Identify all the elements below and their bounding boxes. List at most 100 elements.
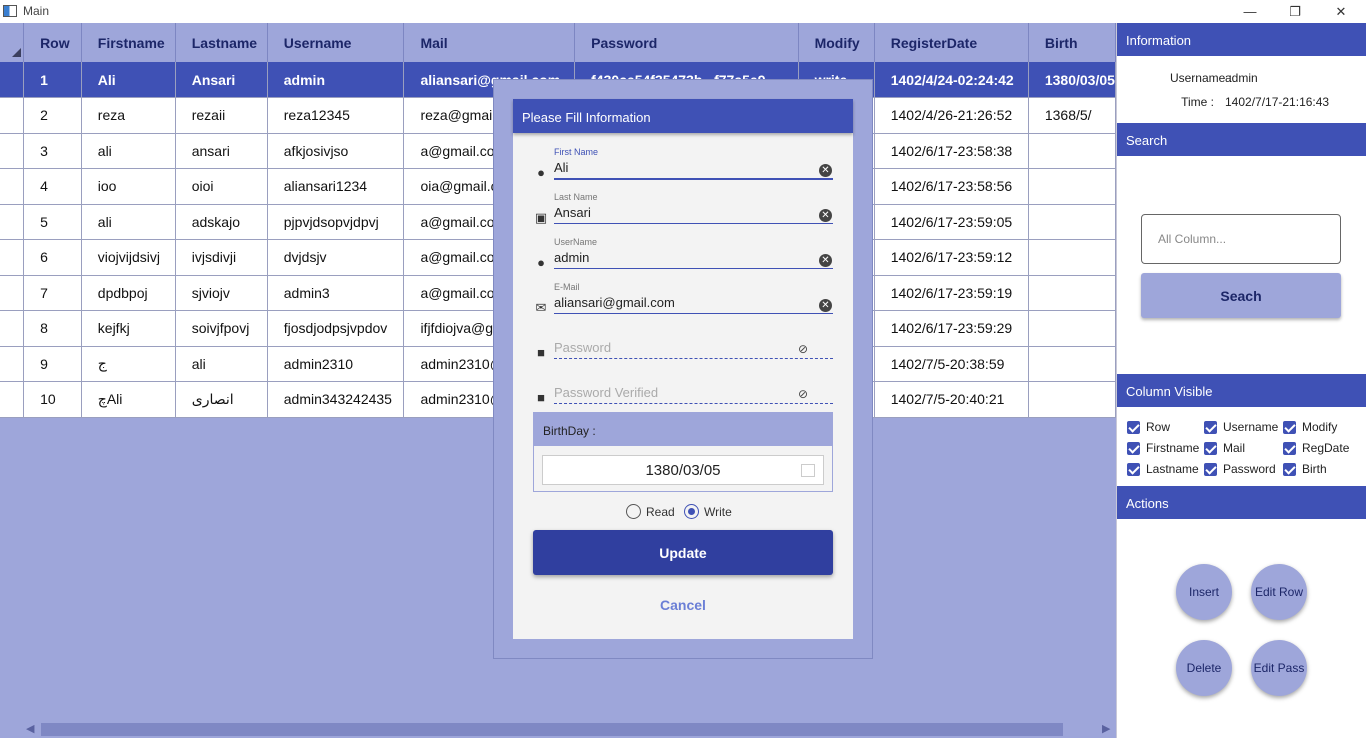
row-header[interactable]	[0, 62, 25, 98]
table-cell[interactable]: ioo	[81, 168, 176, 205]
table-cell[interactable]: 1368/5/	[1028, 97, 1116, 134]
checkbox-checked-icon[interactable]	[1283, 420, 1296, 434]
table-cell[interactable]: ansari	[175, 133, 268, 169]
table-cell[interactable]: 7	[23, 275, 82, 311]
password-verified-placeholder[interactable]: Password Verified	[554, 385, 658, 400]
table-cell[interactable]: 8	[23, 310, 82, 347]
table-cell[interactable]: 1402/4/26-21:26:52	[874, 97, 1029, 134]
table-cell[interactable]: 1402/6/17-23:58:38	[874, 133, 1029, 169]
table-cell[interactable]: ج	[81, 346, 176, 382]
last-name-value[interactable]: Ansari	[554, 205, 591, 220]
column-visible-checkbox[interactable]: Birth	[1283, 462, 1327, 476]
table-cell[interactable]: ali	[175, 346, 268, 382]
password-verified-field[interactable]: ■ Password Verified ⊘	[533, 372, 833, 412]
table-cell[interactable]	[1028, 204, 1116, 240]
column-visible-checkbox[interactable]: Firstname	[1127, 441, 1199, 455]
row-header[interactable]	[0, 346, 25, 382]
table-cell[interactable]	[1028, 275, 1116, 311]
column-visible-checkbox[interactable]: Password	[1204, 462, 1276, 476]
table-cell[interactable]: ivjsdivji	[175, 239, 268, 276]
clear-icon[interactable]: ✕	[819, 209, 832, 222]
table-cell[interactable]	[1028, 381, 1116, 418]
table-cell[interactable]: soivjfpovj	[175, 310, 268, 347]
table-cell[interactable]: admin2310	[267, 346, 405, 382]
column-visible-checkbox[interactable]: Mail	[1204, 441, 1245, 455]
table-cell[interactable]	[1028, 310, 1116, 347]
email-value[interactable]: aliansari@gmail.com	[554, 295, 675, 310]
scroll-right-icon[interactable]: ▶	[1102, 722, 1110, 735]
checkbox-checked-icon[interactable]	[1127, 462, 1140, 476]
column-header[interactable]: Password	[574, 23, 799, 62]
write-radio[interactable]: Write	[684, 504, 732, 519]
table-cell[interactable]: admin343242435	[267, 381, 405, 418]
checkbox-checked-icon[interactable]	[1204, 441, 1217, 455]
column-header[interactable]: Username	[267, 23, 405, 62]
table-cell[interactable]: sjviojv	[175, 275, 268, 311]
radio-circle[interactable]	[626, 504, 641, 519]
table-cell[interactable]: admin	[267, 62, 405, 98]
row-header[interactable]	[0, 381, 25, 418]
close-button[interactable]: ✕	[1318, 0, 1364, 23]
radio-circle[interactable]	[684, 504, 699, 519]
row-header[interactable]	[0, 168, 25, 205]
table-cell[interactable]: 1402/6/17-23:58:56	[874, 168, 1029, 205]
read-radio[interactable]: Read	[626, 504, 675, 519]
column-header[interactable]: Birth	[1028, 23, 1116, 62]
column-header[interactable]: Row	[23, 23, 82, 62]
column-header[interactable]: Modify	[798, 23, 875, 62]
table-cell[interactable]: 1380/03/05	[1028, 62, 1116, 98]
table-cell[interactable]: kejfkj	[81, 310, 176, 347]
column-header[interactable]: Firstname	[81, 23, 176, 62]
table-cell[interactable]: 9	[23, 346, 82, 382]
table-cell[interactable]: 1402/6/17-23:59:19	[874, 275, 1029, 311]
username-field[interactable]: ● UserName admin ✕	[533, 237, 833, 277]
clear-icon[interactable]: ✕	[819, 164, 832, 177]
restore-button[interactable]: ❐	[1272, 0, 1318, 23]
table-cell[interactable]: viojvijdsivj	[81, 239, 176, 276]
clear-icon[interactable]: ✕	[819, 299, 832, 312]
row-header[interactable]	[0, 310, 25, 347]
column-visible-checkbox[interactable]: Modify	[1283, 420, 1337, 434]
table-cell[interactable]: 1	[23, 62, 82, 98]
checkbox-checked-icon[interactable]	[1127, 441, 1140, 455]
table-cell[interactable]	[1028, 239, 1116, 276]
eye-off-icon[interactable]: ⊘	[798, 387, 808, 401]
last-name-field[interactable]: ▣ Last Name Ansari ✕	[533, 192, 833, 232]
row-header[interactable]	[0, 275, 25, 311]
username-value[interactable]: admin	[554, 250, 589, 265]
table-cell[interactable]: reza	[81, 97, 176, 134]
select-all-corner[interactable]	[0, 23, 25, 62]
table-cell[interactable]	[1028, 346, 1116, 382]
search-button[interactable]: Seach	[1141, 273, 1341, 318]
insert-button[interactable]: Insert	[1176, 564, 1232, 620]
password-field[interactable]: ■ Password ⊘	[533, 327, 833, 367]
column-visible-checkbox[interactable]: Lastname	[1127, 462, 1199, 476]
column-header[interactable]: Mail	[403, 23, 576, 62]
eye-off-icon[interactable]: ⊘	[798, 342, 808, 356]
edit-pass-button[interactable]: Edit Pass	[1251, 640, 1307, 696]
table-cell[interactable]: Ali	[81, 62, 176, 98]
checkbox-checked-icon[interactable]	[1127, 420, 1140, 434]
table-cell[interactable]: 6	[23, 239, 82, 276]
calendar-icon[interactable]	[801, 464, 815, 477]
column-visible-checkbox[interactable]: RegDate	[1283, 441, 1349, 455]
table-cell[interactable]: ali	[81, 204, 176, 240]
minimize-button[interactable]: —	[1227, 0, 1273, 23]
table-cell[interactable]: ali	[81, 133, 176, 169]
table-cell[interactable]: چAli	[81, 381, 176, 418]
table-cell[interactable]: dpdbpoj	[81, 275, 176, 311]
checkbox-checked-icon[interactable]	[1283, 462, 1296, 476]
row-header[interactable]	[0, 133, 25, 169]
email-field[interactable]: ✉ E-Mail aliansari@gmail.com ✕	[533, 282, 833, 322]
edit-row-button[interactable]: Edit Row	[1251, 564, 1307, 620]
scroll-left-icon[interactable]: ◀	[26, 722, 34, 735]
row-header[interactable]	[0, 97, 25, 134]
checkbox-checked-icon[interactable]	[1204, 462, 1217, 476]
column-header[interactable]: Lastname	[175, 23, 268, 62]
clear-icon[interactable]: ✕	[819, 254, 832, 267]
table-cell[interactable]: pjpvjdsopvjdpvj	[267, 204, 405, 240]
delete-button[interactable]: Delete	[1176, 640, 1232, 696]
password-placeholder[interactable]: Password	[554, 340, 611, 355]
table-cell[interactable]: oioi	[175, 168, 268, 205]
table-cell[interactable]: aliansari1234	[267, 168, 405, 205]
